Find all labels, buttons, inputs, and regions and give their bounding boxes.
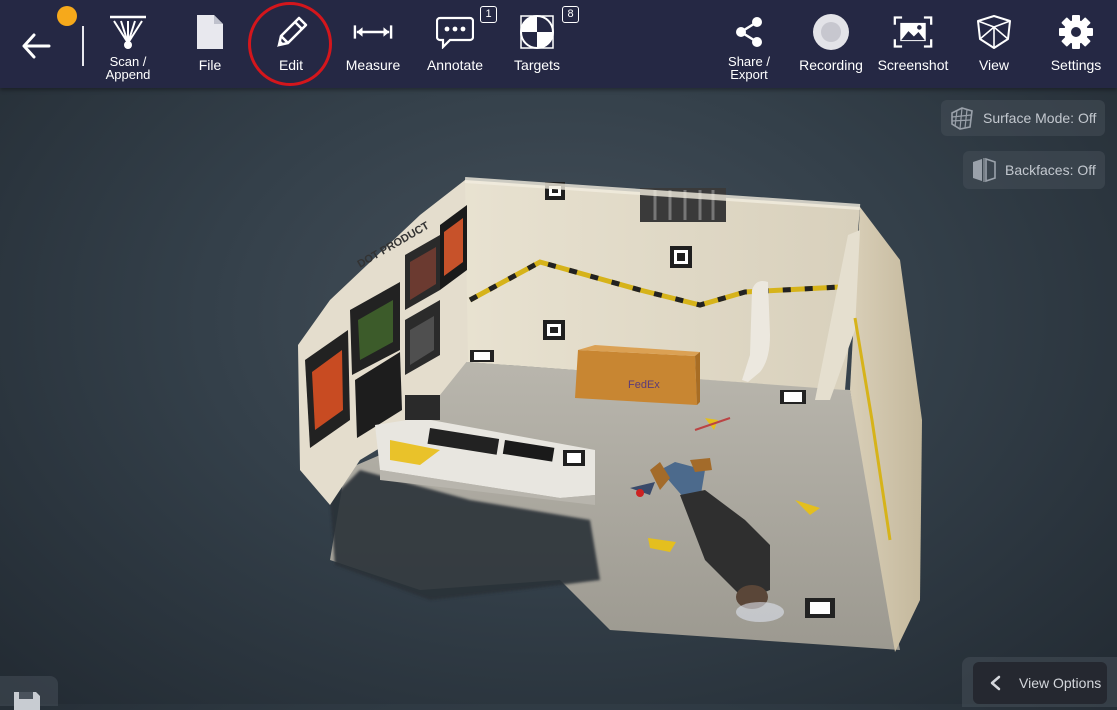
surface-mode-toggle[interactable]: Surface Mode: Off — [941, 100, 1105, 136]
top-toolbar: Scan / Append File Edit Measure 1 Annota… — [0, 0, 1117, 88]
view-cube-icon — [974, 12, 1014, 52]
file-button[interactable]: File — [180, 0, 240, 88]
scan-append-button[interactable]: Scan / Append — [98, 0, 158, 88]
annotate-button[interactable]: 1 Annotate — [424, 0, 497, 88]
surface-mode-label: Surface Mode: Off — [983, 110, 1097, 126]
targets-count-badge: 8 — [562, 6, 579, 23]
backfaces-label: Backfaces: Off — [1005, 162, 1096, 178]
targets-button[interactable]: 8 Targets — [507, 0, 579, 88]
gear-icon — [1056, 12, 1096, 52]
pencil-icon — [271, 12, 311, 52]
scan-append-label: Scan / Append — [105, 54, 151, 82]
status-dot — [57, 6, 77, 26]
view-button[interactable]: View — [964, 0, 1024, 88]
surface-mesh-icon — [949, 105, 975, 131]
save-button[interactable] — [0, 676, 58, 710]
backfaces-icon — [971, 157, 997, 183]
screenshot-icon — [893, 12, 933, 52]
edit-label: Edit — [278, 57, 304, 73]
floppy-disk-icon — [14, 692, 40, 710]
recording-button[interactable]: Recording — [796, 0, 866, 88]
share-icon — [729, 12, 769, 52]
targets-label: Targets — [514, 57, 560, 73]
toolbar-divider — [82, 26, 84, 66]
edit-button[interactable]: Edit — [261, 0, 321, 88]
view-options-label: View Options — [1019, 675, 1102, 691]
targets-icon: 8 — [517, 6, 579, 52]
measure-label: Measure — [345, 57, 401, 73]
back-button[interactable] — [18, 28, 54, 64]
settings-button[interactable]: Settings — [1046, 0, 1106, 88]
share-export-button[interactable]: Share / Export — [719, 0, 779, 88]
chevron-left-icon — [990, 675, 1001, 691]
scan-append-icon — [108, 12, 148, 52]
backfaces-toggle[interactable]: Backfaces: Off — [963, 151, 1105, 189]
screenshot-button[interactable]: Screenshot — [874, 0, 952, 88]
share-export-label: Share / Export — [728, 54, 770, 82]
record-icon — [811, 12, 851, 52]
settings-label: Settings — [1050, 57, 1102, 73]
fedex-box-label: FedEx — [628, 379, 660, 391]
file-label: File — [198, 57, 222, 73]
recording-label: Recording — [799, 57, 863, 73]
screenshot-label: Screenshot — [877, 57, 949, 73]
view-label: View — [978, 57, 1010, 73]
scan-3d-viewport[interactable]: DOT PRODUCT FedEx — [0, 88, 1117, 704]
file-icon — [190, 12, 230, 52]
annotate-icon: 1 — [435, 6, 497, 52]
measure-button[interactable]: Measure — [343, 0, 403, 88]
annotate-count-badge: 1 — [480, 6, 497, 23]
view-options-button[interactable]: View Options — [973, 662, 1107, 704]
back-arrow-icon — [22, 33, 51, 59]
measure-icon — [353, 12, 393, 52]
fedex-box — [575, 345, 700, 405]
annotate-label: Annotate — [426, 57, 484, 73]
